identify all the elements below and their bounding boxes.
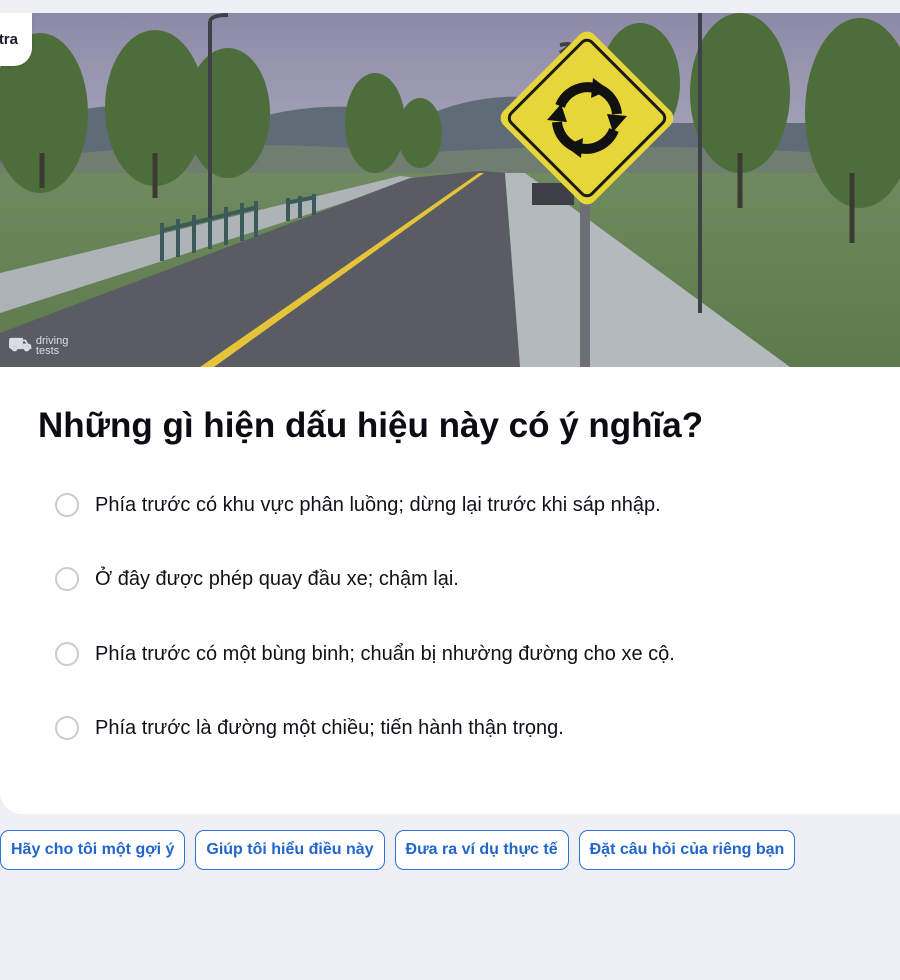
answer-option-text: Phía trước có khu vực phân luồng; dừng l… — [95, 493, 661, 516]
radio-button[interactable] — [55, 642, 79, 666]
question-card: ⛟ driving tests Kiểm tra Những gì hiện d… — [0, 13, 900, 814]
radio-button[interactable] — [55, 493, 79, 517]
ask-own-question-button[interactable]: Đặt câu hỏi của riêng bạn — [578, 830, 796, 870]
car-icon: ⛟ — [8, 335, 32, 356]
answer-option-text: Phía trước là đường một chiều; tiến hành… — [95, 716, 564, 739]
hint-button[interactable]: Hãy cho tôi một gợi ý — [0, 830, 186, 870]
radio-button[interactable] — [55, 716, 79, 740]
answer-option[interactable]: Phía trước có khu vực phân luồng; dừng l… — [55, 493, 661, 517]
question-title: Những gì hiện dấu hiệu này có ý nghĩa? — [38, 406, 704, 445]
answer-option[interactable]: Ở đây được phép quay đầu xe; chậm lại. — [55, 567, 459, 591]
check-badge[interactable]: Kiểm tra — [0, 13, 32, 66]
real-example-button[interactable]: Đưa ra ví dụ thực tế — [394, 830, 569, 870]
answer-option[interactable]: Phía trước có một bùng binh; chuẩn bị nh… — [55, 642, 675, 666]
explain-button[interactable]: Giúp tôi hiểu điều này — [195, 830, 385, 870]
check-badge-label: Kiểm tra — [0, 31, 18, 48]
suggestion-chips: Hãy cho tôi một gợi ý Giúp tôi hiểu điều… — [0, 830, 796, 870]
question-image: ⛟ driving tests — [0, 13, 900, 367]
answer-option[interactable]: Phía trước là đường một chiều; tiến hành… — [55, 716, 564, 740]
watermark-logo: ⛟ driving tests — [8, 335, 68, 357]
answer-option-text: Phía trước có một bùng binh; chuẩn bị nh… — [95, 642, 675, 665]
radio-button[interactable] — [55, 567, 79, 591]
answer-option-text: Ở đây được phép quay đầu xe; chậm lại. — [95, 567, 459, 590]
watermark-line2: tests — [35, 345, 60, 357]
